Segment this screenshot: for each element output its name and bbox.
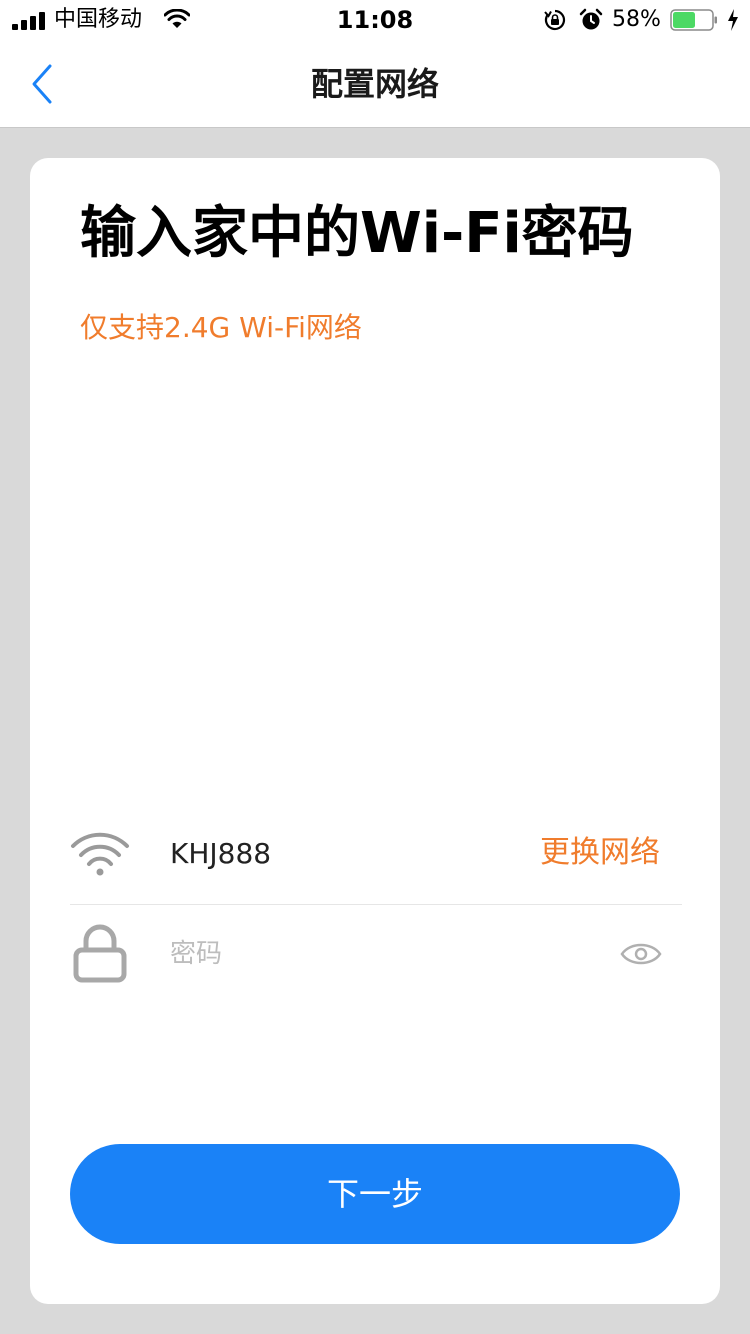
alarm-icon <box>579 8 603 30</box>
network-row: KHJ888 更换网络 <box>70 804 682 905</box>
rotation-lock-icon <box>544 9 566 31</box>
password-input[interactable] <box>170 932 590 976</box>
eye-icon[interactable] <box>620 940 662 968</box>
wifi-config-card: 输入家中的Wi-Fi密码 仅支持2.4G Wi-Fi网络 KHJ888 更换网络… <box>30 158 720 1304</box>
status-bar: 中国移动 11:08 58% <box>0 0 750 40</box>
navigation-bar: 配置网络 <box>0 40 750 128</box>
next-button[interactable]: 下一步 <box>70 1144 680 1244</box>
page-title: 配置网络 <box>310 65 439 103</box>
card-title: 输入家中的Wi-Fi密码 <box>80 201 634 266</box>
network-ssid: KHJ888 <box>170 837 272 870</box>
wifi-band-notice: 仅支持2.4G Wi-Fi网络 <box>80 311 362 344</box>
password-row <box>70 904 682 1004</box>
battery-percentage: 58% <box>612 7 661 32</box>
change-network-link[interactable]: 更换网络 <box>540 832 660 874</box>
charging-bolt-icon <box>728 9 738 31</box>
wifi-icon <box>71 832 129 876</box>
lock-icon <box>73 924 127 983</box>
battery-icon <box>670 9 717 31</box>
